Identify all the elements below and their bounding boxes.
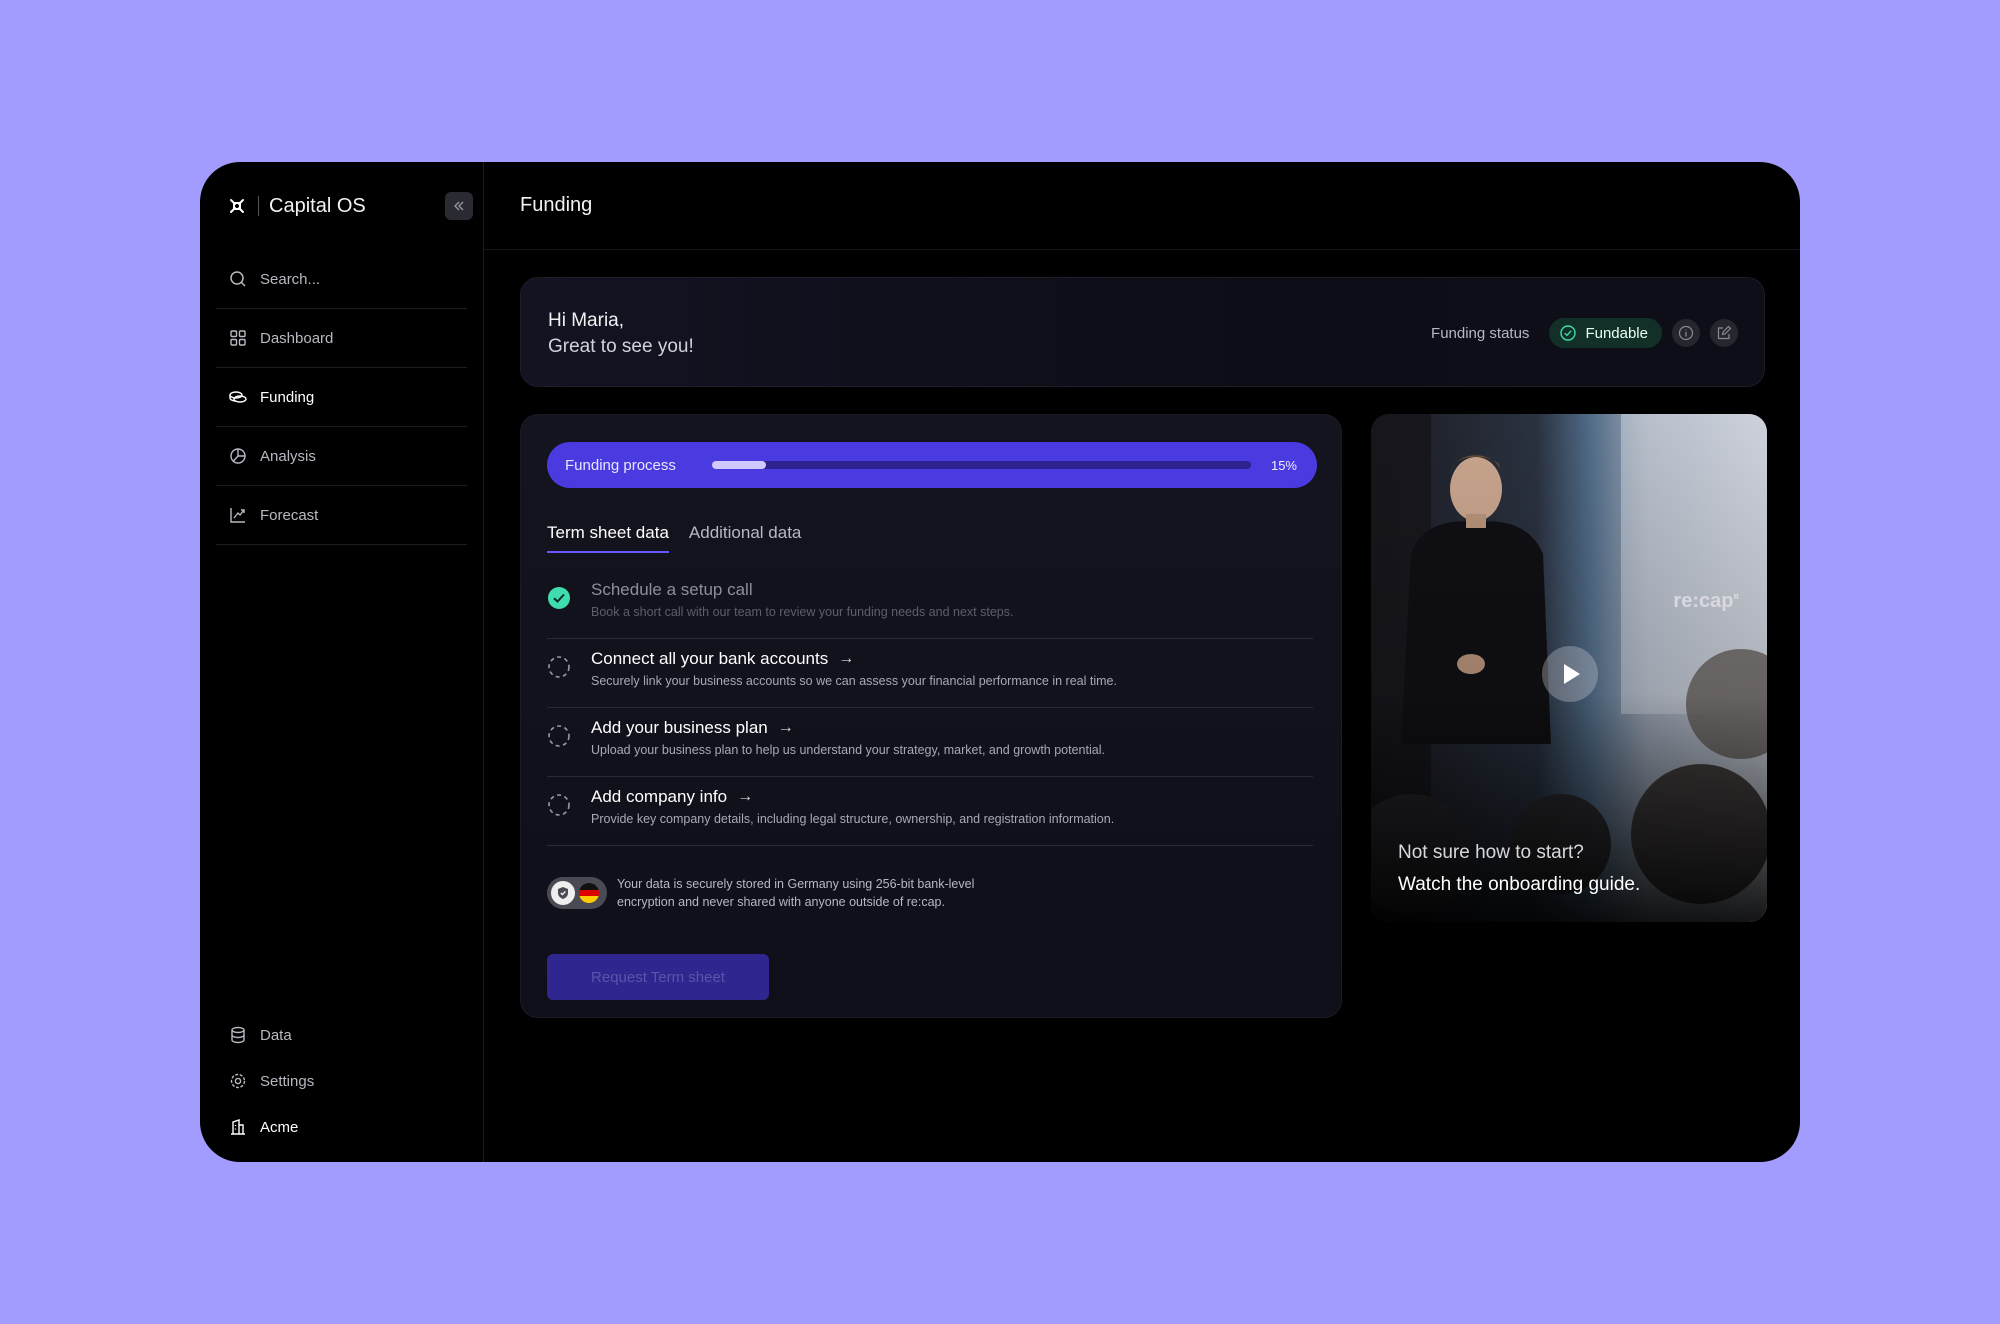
request-term-sheet-button[interactable]: Request Term sheet bbox=[547, 954, 769, 1000]
greeting-line-2: Great to see you! bbox=[548, 336, 694, 357]
sidebar-item-funding[interactable]: Funding bbox=[216, 368, 467, 427]
tabs: Term sheet data Additional data bbox=[547, 523, 821, 553]
dashed-circle-icon bbox=[547, 724, 571, 748]
status-badge: Fundable bbox=[1549, 318, 1662, 348]
database-icon bbox=[228, 1025, 248, 1045]
arrow-right-icon: → bbox=[737, 788, 754, 805]
sidebar-item-label: Data bbox=[260, 1026, 292, 1044]
step-connect-bank-accounts[interactable]: Connect all your bank accounts → Securely… bbox=[547, 639, 1313, 708]
sidebar-item-forecast[interactable]: Forecast bbox=[216, 486, 467, 545]
greeting-card: Hi Maria, Great to see you! Funding stat… bbox=[520, 277, 1765, 387]
pie-chart-icon bbox=[228, 446, 248, 466]
sidebar-item-label: Forecast bbox=[260, 506, 319, 524]
sidebar: Capital OS Search... Dashboard Funding A… bbox=[200, 162, 484, 1162]
search-placeholder: Search... bbox=[260, 270, 321, 288]
greeting-line-1: Hi Maria, bbox=[548, 310, 625, 331]
security-badge bbox=[547, 877, 607, 909]
collapse-sidebar-button[interactable] bbox=[445, 192, 473, 220]
arrow-right-icon: → bbox=[838, 650, 855, 667]
recap-logo: re:cap¤ bbox=[1673, 590, 1739, 612]
steps-list: Schedule a setup call Book a short call … bbox=[547, 570, 1313, 846]
progress-fill bbox=[711, 461, 766, 469]
progress-percent: 15% bbox=[1270, 457, 1297, 473]
progress-track bbox=[711, 461, 1251, 469]
sidebar-item-label: Settings bbox=[260, 1072, 315, 1090]
step-add-company-info[interactable]: Add company info → Provide key company de… bbox=[547, 777, 1313, 846]
step-description: Book a short call with our team to revie… bbox=[591, 605, 1014, 619]
tab-term-sheet-data[interactable]: Term sheet data bbox=[547, 523, 669, 553]
funding-progress-label: Funding process bbox=[565, 456, 676, 474]
video-title: Watch the onboarding guide. bbox=[1398, 874, 1641, 895]
gear-icon bbox=[228, 1071, 248, 1091]
info-button[interactable] bbox=[1672, 319, 1700, 347]
chevrons-left-icon bbox=[454, 201, 464, 211]
security-notice: Your data is securely stored in Germany … bbox=[547, 875, 1037, 911]
step-title: Add your business plan → bbox=[591, 718, 794, 737]
security-text: Your data is securely stored in Germany … bbox=[617, 877, 975, 909]
step-schedule-setup-call[interactable]: Schedule a setup call Book a short call … bbox=[547, 570, 1313, 639]
step-title: Schedule a setup call bbox=[591, 580, 753, 599]
step-add-business-plan[interactable]: Add your business plan → Upload your busi… bbox=[547, 708, 1313, 777]
sidebar-item-dashboard[interactable]: Dashboard bbox=[216, 309, 467, 368]
brand-name: Capital OS bbox=[269, 194, 366, 217]
arrow-right-icon: → bbox=[777, 719, 794, 736]
step-title: Connect all your bank accounts → bbox=[591, 649, 855, 668]
step-description: Upload your business plan to help us und… bbox=[591, 743, 1105, 757]
trend-chart-icon bbox=[228, 505, 248, 525]
brand-separator bbox=[258, 196, 259, 216]
sidebar-item-company[interactable]: Acme bbox=[216, 1104, 467, 1150]
sidebar-item-label: Analysis bbox=[260, 447, 316, 465]
page-title: Funding bbox=[484, 162, 1800, 250]
check-circle-filled-icon bbox=[547, 586, 571, 610]
tab-additional-data[interactable]: Additional data bbox=[689, 523, 801, 553]
play-button[interactable] bbox=[1542, 646, 1598, 702]
coins-icon bbox=[228, 387, 248, 407]
funding-status: Funding status Fundable bbox=[1431, 318, 1738, 348]
sidebar-item-label: Dashboard bbox=[260, 329, 334, 347]
search-input[interactable]: Search... bbox=[216, 250, 467, 309]
step-description: Securely link your business accounts so … bbox=[591, 674, 1117, 688]
info-icon bbox=[1678, 325, 1694, 341]
main-nav: Search... Dashboard Funding Analysis For… bbox=[216, 250, 467, 545]
edit-button[interactable] bbox=[1710, 319, 1738, 347]
edit-icon bbox=[1717, 325, 1732, 340]
grid-icon bbox=[228, 328, 248, 348]
funding-progress-bar: Funding process 15% bbox=[547, 442, 1317, 488]
funding-process-card: Funding process 15% Term sheet data Addi… bbox=[520, 414, 1342, 1018]
germany-flag-icon bbox=[579, 883, 599, 903]
dashed-circle-icon bbox=[547, 793, 571, 817]
sidebar-item-label: Funding bbox=[260, 388, 315, 406]
main-content: Funding Hi Maria, Great to see you! Fund… bbox=[484, 162, 1800, 1162]
shield-icon bbox=[551, 881, 575, 905]
onboarding-video-card[interactable]: re:cap¤ Not sure how to start? Watch the… bbox=[1371, 414, 1767, 922]
check-circle-icon bbox=[1559, 324, 1577, 342]
sidebar-item-data[interactable]: Data bbox=[216, 1012, 467, 1058]
step-description: Provide key company details, including l… bbox=[591, 812, 1115, 826]
greeting-text: Hi Maria, Great to see you! bbox=[548, 308, 694, 360]
bottom-nav: Data Settings Acme bbox=[216, 1012, 467, 1150]
sidebar-item-settings[interactable]: Settings bbox=[216, 1058, 467, 1104]
play-icon bbox=[1564, 664, 1580, 684]
funding-status-label: Funding status bbox=[1431, 324, 1530, 342]
building-icon bbox=[228, 1117, 248, 1137]
sidebar-item-analysis[interactable]: Analysis bbox=[216, 427, 467, 486]
video-subtitle: Not sure how to start? bbox=[1398, 842, 1584, 863]
capital-os-logo-icon bbox=[228, 197, 246, 215]
status-badge-text: Fundable bbox=[1585, 324, 1648, 342]
search-icon bbox=[228, 269, 248, 289]
sidebar-item-label: Acme bbox=[260, 1118, 299, 1136]
brand: Capital OS bbox=[216, 162, 467, 250]
app-window: Capital OS Search... Dashboard Funding A… bbox=[200, 162, 1800, 1162]
dashed-circle-icon bbox=[547, 655, 571, 679]
step-title: Add company info → bbox=[591, 787, 754, 806]
